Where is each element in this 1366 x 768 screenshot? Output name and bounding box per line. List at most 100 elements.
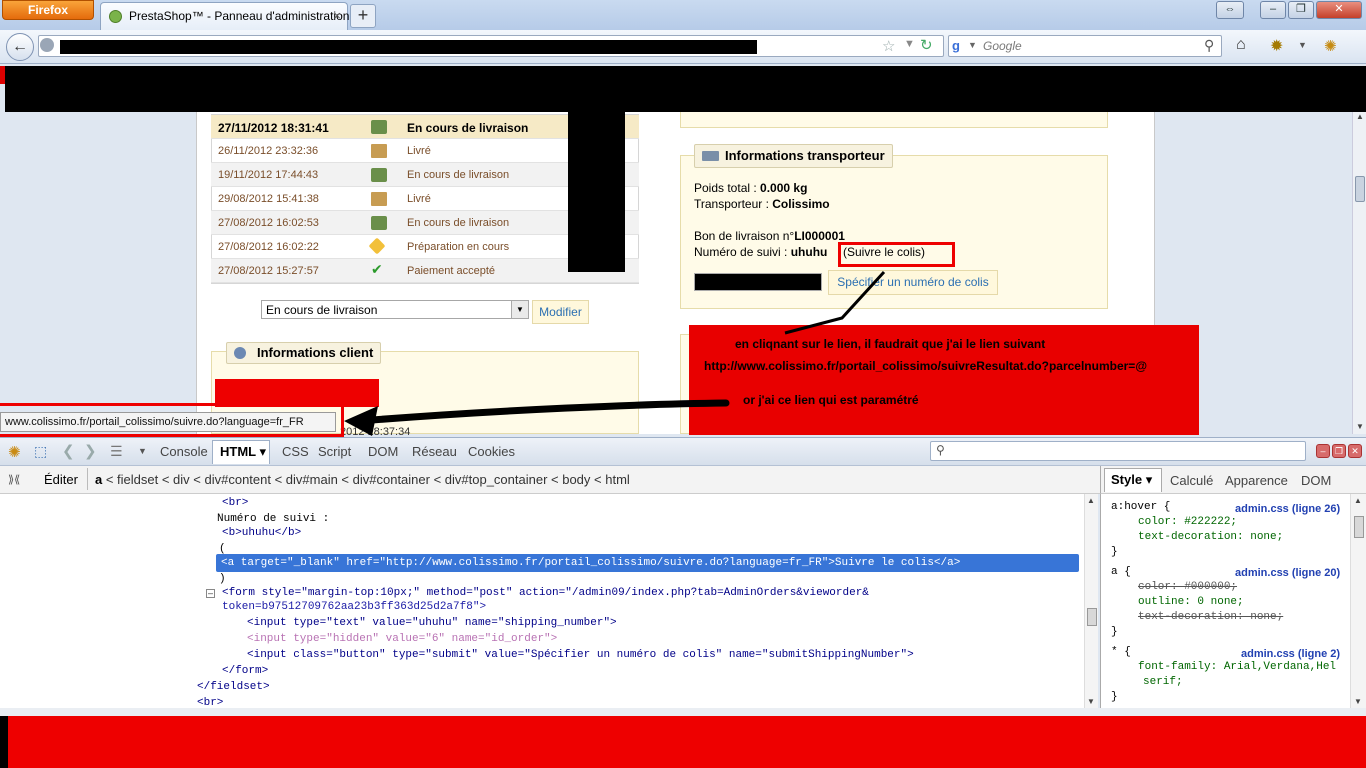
fb-tab-dom[interactable]: DOM — [368, 443, 398, 463]
specify-tracking-button[interactable]: Spécifier un numéro de colis — [828, 270, 998, 295]
fb-detach-icon[interactable]: ❐ — [1332, 444, 1346, 458]
carrier-legend-label: Informations transporteur — [725, 148, 885, 163]
fb-tab-cookies[interactable]: Cookies — [468, 443, 515, 463]
css-selector[interactable]: a:hover { — [1111, 501, 1170, 513]
code-line[interactable]: token=b97512709762aa23b3ff363d25d2a7f8"> — [222, 601, 486, 613]
css-selector[interactable]: a { — [1111, 566, 1131, 578]
browser-tab-active[interactable]: PrestaShop™ - Panneau d'administration × — [100, 2, 350, 30]
reload-icon[interactable]: ↻ — [920, 36, 933, 54]
code-line[interactable]: Numéro de suivi : — [217, 513, 329, 525]
fb-tab-css[interactable]: CSS — [282, 443, 309, 463]
home-icon[interactable]: ⌂ — [1236, 36, 1246, 54]
tracking-number-input[interactable] — [694, 273, 822, 291]
history-status: En cours de livraison — [407, 169, 510, 181]
code-line[interactable]: <input type="hidden" value="6" name="id_… — [247, 633, 557, 645]
code-line[interactable]: <input type="text" value="uhuhu" name="s… — [247, 617, 617, 629]
total-weight: Poids total : 0.000 kg — [694, 181, 808, 195]
fb-search-icon: ⚲ — [936, 443, 945, 457]
inspect-icon[interactable]: ⬚ — [34, 443, 47, 460]
css-property[interactable]: serif; — [1143, 676, 1183, 688]
firefox-menu-button[interactable]: Firefox — [2, 0, 94, 20]
fb-list-icon[interactable]: ☰ — [110, 443, 123, 460]
code-line[interactable]: <input class="button" type="submit" valu… — [247, 649, 914, 661]
css-property[interactable]: font-family: Arial,Verdana,Hel — [1138, 661, 1336, 673]
code-line[interactable]: </form> — [222, 665, 268, 677]
status-bar — [0, 708, 1366, 716]
window-maximize-button[interactable]: ❐ — [1288, 1, 1314, 19]
addon-gear-icon[interactable]: ✹ — [1270, 36, 1283, 56]
css-property[interactable]: outline: 0 none; — [1138, 596, 1244, 608]
fb-html-scrollbar[interactable]: ▲ ▼ — [1084, 494, 1098, 708]
check-icon: ✔ — [371, 261, 383, 277]
fb-edit-button[interactable]: Éditer — [44, 472, 78, 487]
window-close-button[interactable]: ✕ — [1316, 1, 1362, 19]
history-date: 27/08/2012 15:27:57 — [218, 265, 319, 277]
url-dropdown-icon[interactable]: ▼ — [904, 38, 915, 50]
fb-forward-icon[interactable]: ❯ — [84, 442, 97, 460]
css-source-link[interactable]: admin.css (ligne 20) — [1235, 567, 1340, 579]
fb-expand-icon[interactable]: ⟫⟪ — [8, 473, 20, 486]
window-minimize-button[interactable]: – — [1260, 1, 1286, 19]
firebug-icon[interactable]: ✺ — [8, 443, 21, 461]
tab-close-icon[interactable]: × — [333, 8, 341, 23]
right-top-box — [680, 112, 1108, 128]
css-property[interactable]: text-decoration: none; — [1138, 531, 1283, 543]
addon-dropdown-icon[interactable]: ▼ — [1298, 40, 1307, 50]
client-info-legend: Informations client — [226, 342, 381, 364]
code-line[interactable]: <form style="margin-top:10px;" method="p… — [222, 587, 869, 599]
fb-tab-console[interactable]: Console — [160, 443, 208, 463]
google-engine-icon[interactable]: g — [952, 38, 968, 54]
history-status: Préparation en cours — [407, 241, 510, 253]
fb-tab-network[interactable]: Réseau — [412, 443, 457, 463]
annotation-highlight-box — [838, 242, 955, 267]
url-redacted — [60, 40, 757, 54]
tab-title: PrestaShop™ - Panneau d'administration — [129, 9, 350, 23]
site-identity-icon[interactable] — [40, 38, 54, 52]
code-line[interactable]: </fieldset> — [197, 681, 270, 693]
fb-list-dropdown-icon[interactable]: ▼ — [138, 446, 147, 456]
fb-side-tab-dom[interactable]: DOM — [1301, 473, 1331, 488]
window-restore-button[interactable]: ⇔ — [1216, 1, 1244, 19]
fb-search-input[interactable] — [930, 441, 1306, 461]
fb-style-scrollbar[interactable]: ▲ ▼ — [1350, 494, 1366, 708]
fb-tab-script[interactable]: Script — [318, 443, 351, 463]
history-date: 19/11/2012 17:44:43 — [218, 169, 319, 181]
new-tab-button[interactable]: + — [350, 4, 376, 28]
fb-minimize-icon[interactable]: – — [1316, 444, 1330, 458]
search-go-icon[interactable]: ⚲ — [1204, 37, 1214, 54]
fb-close-icon[interactable]: ✕ — [1348, 444, 1362, 458]
fb-breadcrumb-path[interactable]: a < fieldset < div < div#content < div#m… — [95, 472, 630, 487]
css-property[interactable]: color: #222222; — [1138, 516, 1237, 528]
code-line[interactable]: <br> — [222, 497, 248, 509]
search-engine-dropdown-icon[interactable]: ▼ — [968, 40, 977, 50]
truck-icon — [371, 168, 387, 182]
modify-status-button[interactable]: Modifier — [532, 300, 589, 324]
css-property-overridden[interactable]: color: #000000; — [1138, 581, 1237, 593]
css-brace: } — [1111, 546, 1118, 558]
fb-side-tab-computed[interactable]: Calculé — [1170, 473, 1213, 488]
annotation-text-2: http://www.colissimo.fr/portail_colissim… — [704, 359, 1148, 373]
fb-side-tab-style[interactable]: Style ▾ — [1104, 468, 1162, 492]
page-scrollbar[interactable]: ▲ ▼ — [1352, 112, 1366, 434]
bookmark-star-icon[interactable]: ☆ — [882, 37, 895, 55]
carrier-info-legend: Informations transporteur — [694, 144, 893, 168]
back-button[interactable]: ← — [6, 33, 34, 61]
code-line[interactable]: ) — [219, 573, 226, 585]
fb-tab-html[interactable]: HTML ▾ — [212, 440, 270, 464]
code-line[interactable]: <b>uhuhu</b> — [222, 527, 301, 539]
history-status: Livré — [407, 145, 431, 157]
fb-back-icon[interactable]: ❮ — [62, 442, 75, 460]
client-legend-label: Informations client — [257, 345, 374, 360]
truck-icon — [371, 120, 387, 134]
css-property-overridden[interactable]: text-decoration: none; — [1138, 611, 1283, 623]
collapse-node-icon[interactable]: – — [206, 589, 215, 598]
selected-node-text[interactable]: <a target="_blank" href="http://www.coli… — [221, 557, 960, 569]
fb-side-tab-layout[interactable]: Apparence — [1225, 473, 1288, 488]
css-source-link[interactable]: admin.css (ligne 2) — [1241, 648, 1340, 660]
fb-html-panel — [0, 494, 1098, 716]
css-selector[interactable]: * { — [1111, 646, 1131, 658]
order-status-select[interactable]: En cours de livraison — [261, 300, 529, 319]
firebug-toolbar-icon[interactable]: ✺ — [1324, 37, 1337, 55]
select-dropdown-icon[interactable]: ▼ — [511, 301, 528, 318]
css-source-link[interactable]: admin.css (ligne 26) — [1235, 503, 1340, 515]
